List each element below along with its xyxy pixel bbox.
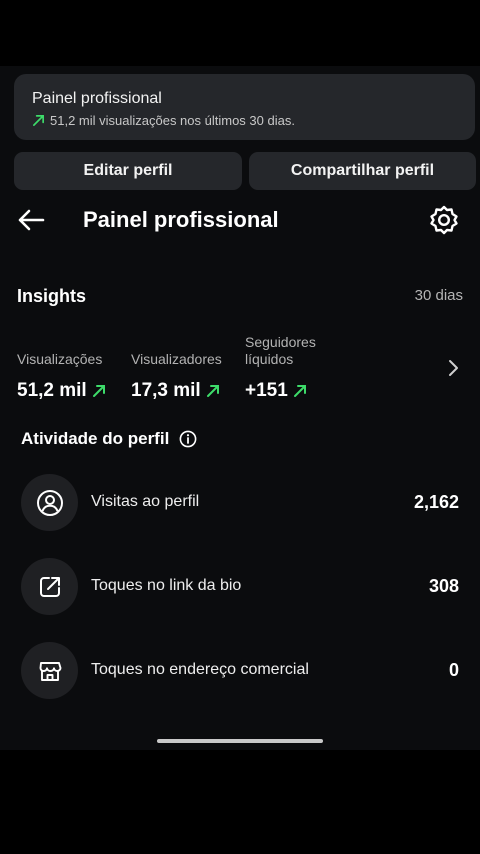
share-profile-button[interactable]: Compartilhar perfil — [249, 152, 476, 190]
row-icon-container — [21, 558, 78, 615]
info-icon[interactable] — [179, 430, 197, 448]
profile-activity-heading: Atividade do perfil — [21, 429, 197, 449]
row-icon-container — [21, 642, 78, 699]
profile-activity-title: Atividade do perfil — [21, 429, 170, 448]
page-title: Painel profissional — [83, 207, 279, 232]
home-indicator[interactable] — [157, 739, 323, 743]
metric-views[interactable]: Visualizações 51,2 mil — [17, 334, 106, 402]
row-value: 0 — [448, 660, 459, 680]
row-icon-container — [21, 474, 78, 531]
trend-up-icon — [33, 115, 44, 126]
metric-value: 51,2 mil — [17, 380, 106, 402]
metric-label: Visualizadores — [131, 351, 222, 367]
settings-gear-icon[interactable] — [428, 204, 460, 236]
trend-up-icon — [293, 385, 306, 397]
activity-row-profile-visits[interactable]: Visitas ao perfil 2,162 — [0, 474, 480, 532]
row-label: Toques no endereço comercial — [91, 661, 309, 678]
metric-viewers[interactable]: Visualizadores 17,3 mil — [131, 334, 222, 402]
edit-profile-button[interactable]: Editar perfil — [14, 152, 242, 190]
external-link-icon — [39, 576, 60, 597]
metric-label: Seguidores líquidos — [245, 334, 316, 367]
metric-label: Visualizações — [17, 351, 103, 367]
activity-row-link-taps[interactable]: Toques no link da bio 308 — [0, 558, 480, 616]
page-header: Painel profissional — [0, 196, 480, 246]
activity-row-address-taps[interactable]: Toques no endereço comercial 0 — [0, 642, 480, 700]
row-value: 2,162 — [413, 492, 459, 512]
person-circle-icon — [36, 489, 63, 516]
insights-period[interactable]: 30 dias — [415, 287, 463, 304]
chevron-right-icon[interactable] — [444, 358, 462, 378]
insights-title: Insights — [17, 286, 87, 306]
trend-up-icon — [92, 385, 105, 397]
metric-value: +151 — [245, 380, 355, 402]
professional-dashboard-banner[interactable]: Painel profissional 51,2 mil visualizaçõ… — [14, 74, 475, 140]
metric-value: 17,3 mil — [131, 380, 222, 402]
row-value: 308 — [428, 576, 459, 596]
metric-net-followers[interactable]: Seguidores líquidos +151 — [245, 334, 355, 402]
row-label: Visitas ao perfil — [91, 493, 200, 510]
metric-value-text: 51,2 mil — [17, 380, 87, 401]
banner-subtitle: 51,2 mil visualizações nos últimos 30 di… — [32, 113, 295, 128]
back-arrow-icon[interactable] — [16, 205, 46, 235]
banner-title: Painel profissional — [32, 90, 162, 107]
storefront-icon — [39, 661, 61, 681]
row-label: Toques no link da bio — [91, 577, 242, 594]
trend-up-icon — [206, 385, 219, 397]
banner-subtitle-text: 51,2 mil visualizações nos últimos 30 di… — [50, 113, 295, 128]
metric-value-text: +151 — [245, 380, 288, 401]
metric-value-text: 17,3 mil — [131, 380, 201, 401]
